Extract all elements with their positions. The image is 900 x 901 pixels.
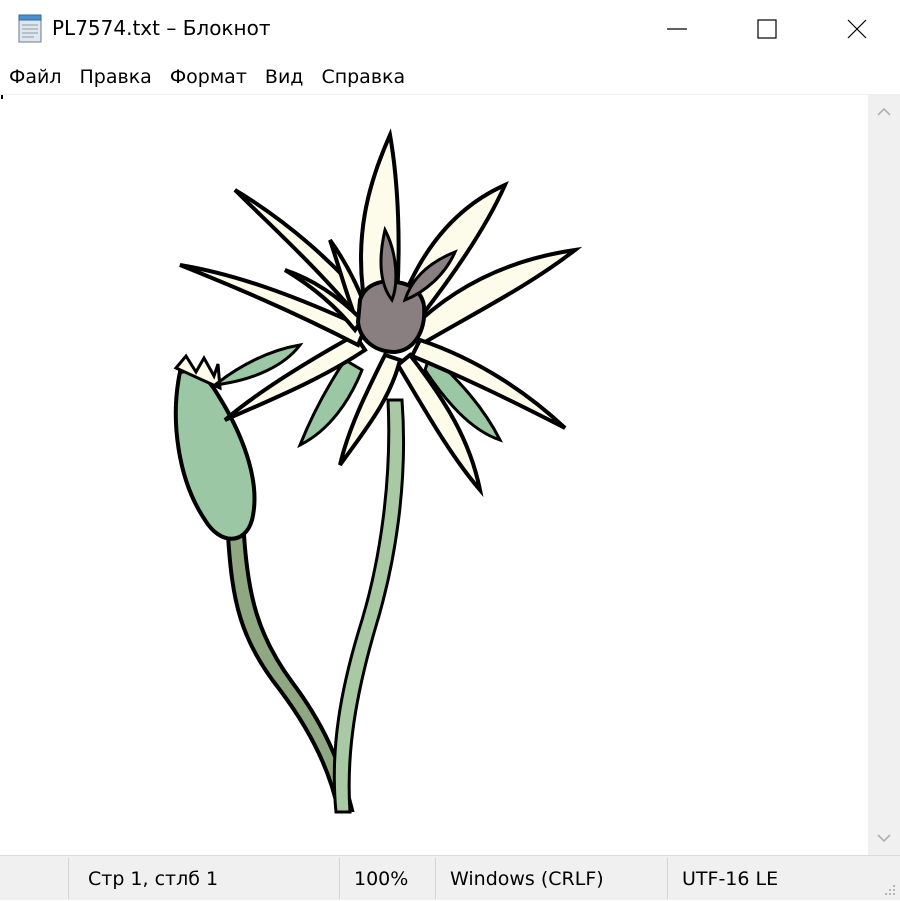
window-title: PL7574.txt – Блокнот — [52, 16, 271, 40]
menu-edit[interactable]: Правка — [71, 66, 161, 88]
menu-format[interactable]: Формат — [161, 66, 256, 88]
minimize-button[interactable] — [632, 0, 722, 58]
status-line-ending: Windows (CRLF) — [450, 867, 604, 890]
status-separator — [68, 858, 69, 899]
flower-bud — [173, 369, 257, 541]
status-encoding: UTF-16 LE — [682, 867, 779, 890]
maximize-icon — [757, 19, 777, 39]
close-button[interactable] — [812, 0, 900, 58]
title-bar[interactable]: PL7574.txt – Блокнот — [0, 0, 900, 58]
status-zoom: 100% — [354, 867, 409, 890]
menu-help[interactable]: Справка — [312, 66, 414, 88]
resize-grip-icon[interactable] — [882, 882, 896, 896]
vertical-scrollbar[interactable] — [868, 95, 900, 855]
status-bar: Стр 1, стлб 1 100% Windows (CRLF) UTF-16… — [0, 855, 900, 900]
maximize-button[interactable] — [722, 0, 812, 58]
text-editor-area[interactable] — [0, 95, 868, 855]
menu-file[interactable]: Файл — [0, 66, 71, 88]
flower-illustration — [173, 128, 583, 814]
chevron-up-icon — [877, 107, 891, 116]
chevron-down-icon — [877, 834, 891, 843]
scroll-up-button[interactable] — [868, 95, 900, 129]
menu-bar: Файл Правка Формат Вид Справка — [0, 62, 900, 92]
status-cursor-position: Стр 1, стлб 1 — [88, 867, 219, 890]
minimize-icon — [667, 28, 687, 30]
menu-view[interactable]: Вид — [256, 66, 313, 88]
notepad-icon — [18, 14, 42, 43]
scroll-down-button[interactable] — [868, 821, 900, 855]
text-caret — [1, 95, 3, 99]
close-icon — [847, 19, 867, 39]
